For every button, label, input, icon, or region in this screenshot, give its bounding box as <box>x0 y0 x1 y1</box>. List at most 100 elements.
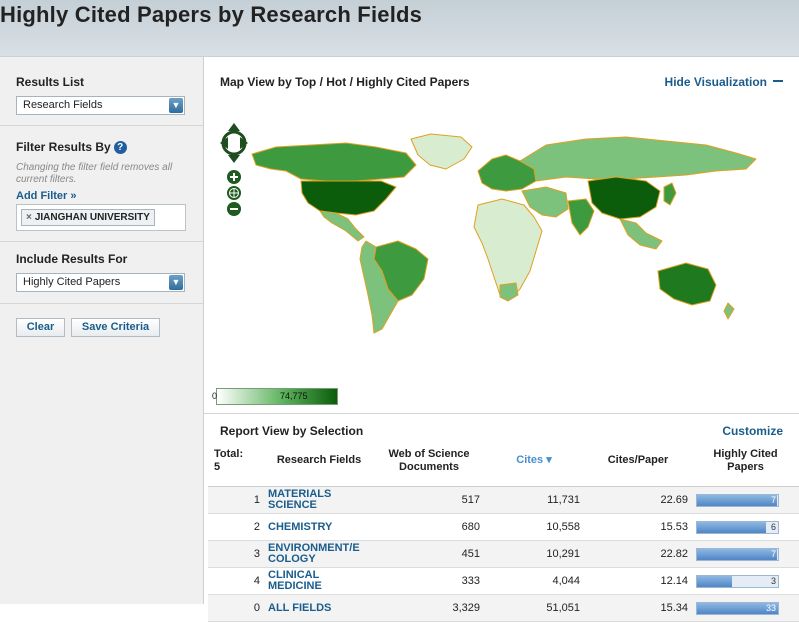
cites-per-paper-cell: 12.14 <box>584 567 692 595</box>
main-panel: Map View by Top / Hot / Highly Cited Pap… <box>204 57 799 622</box>
cites-cell: 10,291 <box>484 540 584 568</box>
cites-per-paper-cell: 22.69 <box>584 486 692 514</box>
bar-label: 3 <box>770 575 776 586</box>
visualization-title: Map View by Top / Hot / Highly Cited Pap… <box>220 75 470 89</box>
map-region-south-africa[interactable] <box>499 282 519 302</box>
results-table: Total: 5 Research Fields Web of Science … <box>208 444 799 622</box>
filter-box[interactable]: × JIANGHAN UNIVERSITY <box>16 204 186 231</box>
rank-cell: 3 <box>208 540 264 568</box>
world-map[interactable] <box>216 119 776 344</box>
cites-per-paper-header[interactable]: Cites/Paper <box>584 444 692 487</box>
bar-fill <box>697 548 778 560</box>
map-region-new-zealand[interactable] <box>723 302 735 320</box>
map-region-canada[interactable] <box>251 142 417 182</box>
cites-header[interactable]: Cites ▾ <box>484 444 584 487</box>
field-link[interactable]: CHEMISTRY <box>264 513 374 541</box>
table-row: 2 CHEMISTRY 680 10,558 15.53 6 <box>208 513 799 541</box>
field-link[interactable]: ENVIRONMENT/E COLOGY <box>264 540 374 568</box>
documents-cell: 680 <box>374 513 484 541</box>
map-region-southeast-asia[interactable] <box>619 218 663 250</box>
bar-label: 7 <box>770 494 776 505</box>
customize-link[interactable]: Customize <box>722 424 783 438</box>
clear-button[interactable]: Clear <box>16 318 65 337</box>
results-list-select[interactable]: Research Fields ▼ <box>16 96 185 115</box>
documents-cell: 451 <box>374 540 484 568</box>
map-legend-gradient <box>216 388 338 405</box>
map-region-russia[interactable] <box>519 136 757 182</box>
page-title: Highly Cited Papers by Research Fields <box>0 2 423 27</box>
bar-fill <box>697 575 732 587</box>
section-divider <box>204 413 799 414</box>
filter-section: Filter Results By? Changing the filter f… <box>0 126 203 242</box>
research-fields-header[interactable]: Research Fields <box>264 444 374 487</box>
documents-cell: 517 <box>374 486 484 514</box>
filter-title: Filter Results By? <box>16 140 127 154</box>
sidebar: Results List Research Fields ▼ Filter Re… <box>0 57 204 604</box>
help-icon[interactable]: ? <box>113 141 127 154</box>
highly-cited-cell: 7 <box>692 540 799 568</box>
legend-max: 74,775 <box>280 391 308 401</box>
table-row: 3 ENVIRONMENT/E COLOGY 451 10,291 22.82 7 <box>208 540 799 568</box>
bar-fill <box>697 494 778 506</box>
highly-cited-cell: 6 <box>692 513 799 541</box>
map-region-japan[interactable] <box>663 182 677 206</box>
highly-cited-bar[interactable]: 7 <box>696 493 779 507</box>
table-row: 4 CLINICAL MEDICINE 333 4,044 12.14 3 <box>208 567 799 595</box>
rank-cell: 4 <box>208 567 264 595</box>
add-filter-link[interactable]: Add Filter » <box>16 190 77 202</box>
hide-visualization-link[interactable]: Hide Visualization <box>665 75 783 89</box>
map-region-australia[interactable] <box>657 262 717 306</box>
table-row: 1 MATERIALS SCIENCE 517 11,731 22.69 7 <box>208 486 799 514</box>
chevron-down-icon[interactable]: ▼ <box>169 98 183 113</box>
total-label: Total: <box>214 448 244 460</box>
documents-header[interactable]: Web of Science Documents <box>374 444 484 487</box>
hide-visualization-label: Hide Visualization <box>664 75 767 89</box>
include-select[interactable]: Highly Cited Papers ▼ <box>16 273 185 292</box>
map-region-china[interactable] <box>587 176 661 220</box>
results-list-section: Results List Research Fields ▼ <box>0 57 203 126</box>
include-title: Include Results For <box>16 252 128 266</box>
highly-cited-bar[interactable]: 7 <box>696 547 779 561</box>
highly-cited-header[interactable]: Highly Cited Papers <box>692 444 799 487</box>
minus-icon <box>773 80 783 82</box>
chevron-down-icon[interactable]: ▼ <box>169 275 183 290</box>
field-link[interactable]: ALL FIELDS <box>264 594 374 622</box>
bar-label: 6 <box>770 521 776 532</box>
bar-label: 33 <box>765 602 776 613</box>
page-header: Highly Cited Papers by Research Fields <box>0 0 799 57</box>
table-header-row: Total: 5 Research Fields Web of Science … <box>208 444 799 487</box>
filter-chip: × JIANGHAN UNIVERSITY <box>21 209 155 226</box>
save-criteria-button[interactable]: Save Criteria <box>71 318 160 337</box>
map-region-mexico[interactable] <box>319 210 365 242</box>
cites-cell: 10,558 <box>484 513 584 541</box>
field-link[interactable]: CLINICAL MEDICINE <box>264 567 374 595</box>
map-region-india[interactable] <box>567 198 595 236</box>
rank-cell: 0 <box>208 594 264 622</box>
cites-cell: 11,731 <box>484 486 584 514</box>
field-link[interactable]: MATERIALS SCIENCE <box>264 486 374 514</box>
map-region-usa[interactable] <box>300 180 397 216</box>
highly-cited-cell: 3 <box>692 567 799 595</box>
highly-cited-cell: 7 <box>692 486 799 514</box>
total-value: 5 <box>214 461 221 473</box>
filter-note: Changing the filter field removes all cu… <box>16 162 173 185</box>
cites-cell: 51,051 <box>484 594 584 622</box>
documents-cell: 333 <box>374 567 484 595</box>
legend-min: 0 <box>212 391 218 401</box>
include-section: Include Results For Highly Cited Papers … <box>0 242 203 304</box>
documents-cell: 3,329 <box>374 594 484 622</box>
map-region-greenland[interactable] <box>410 133 473 170</box>
highly-cited-bar[interactable]: 6 <box>696 520 779 534</box>
rank-cell: 1 <box>208 486 264 514</box>
cites-per-paper-cell: 15.34 <box>584 594 692 622</box>
highly-cited-bar[interactable]: 3 <box>696 574 779 588</box>
highly-cited-cell: 33 <box>692 594 799 622</box>
cites-per-paper-cell: 15.53 <box>584 513 692 541</box>
bar-label: 7 <box>770 548 776 559</box>
remove-filter-icon[interactable]: × <box>26 212 32 223</box>
results-list-title: Results List <box>16 75 85 89</box>
results-list-selected: Research Fields <box>23 99 103 111</box>
filter-chip-label: JIANGHAN UNIVERSITY <box>34 212 150 223</box>
highly-cited-bar[interactable]: 33 <box>696 601 779 615</box>
cites-per-paper-cell: 22.82 <box>584 540 692 568</box>
